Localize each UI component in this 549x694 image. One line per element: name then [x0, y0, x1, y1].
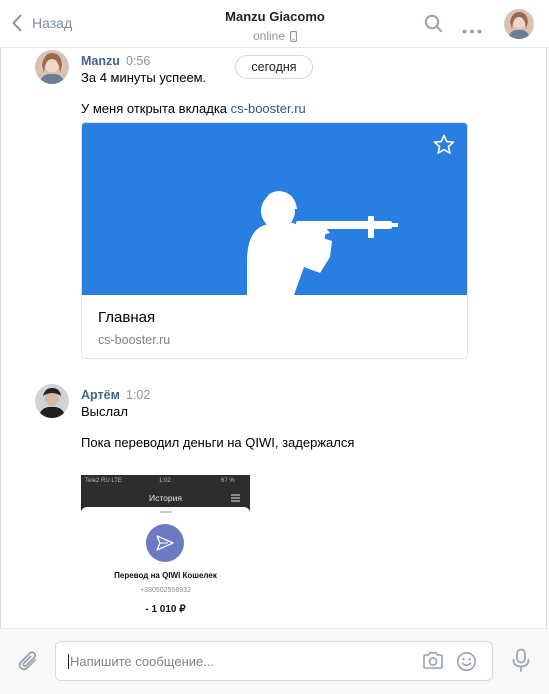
avatar[interactable]: [35, 384, 69, 418]
chat-title-block[interactable]: Manzu Giacomo online: [175, 9, 375, 43]
message-text: Выслал: [81, 404, 128, 419]
transfer-avatar: [146, 524, 184, 562]
transfer-amount: - 1 010 ₽: [145, 604, 186, 615]
avatar-photo: [504, 9, 534, 39]
message-input[interactable]: Напишите сообщение...: [55, 641, 493, 681]
transfer-account: +380502558932: [140, 587, 191, 594]
filter-icon: [231, 494, 240, 502]
message-author[interactable]: Manzu: [81, 54, 120, 68]
search-icon: [424, 14, 443, 33]
message-text: У меня открыта вкладка cs-booster.ru: [81, 101, 306, 116]
message-text: Пока переводил деньги на QIWI, задержалс…: [81, 435, 355, 450]
avatar[interactable]: [35, 50, 69, 84]
chat-header: Назад Manzu Giacomo online: [0, 0, 549, 48]
chevron-left-icon: [12, 14, 22, 32]
photo-attachment[interactable]: Tele2 RU LTE 1:02 67 % История Перевод н…: [81, 475, 250, 627]
link-snippet-card[interactable]: Главная cs-booster.ru: [81, 122, 468, 359]
header-avatar[interactable]: [504, 9, 534, 39]
mobile-phone-icon: [290, 30, 297, 42]
snippet-domain: cs-booster.ru: [98, 333, 171, 347]
message-time[interactable]: 1:02: [126, 388, 150, 402]
message-text: За 4 минуты успеем.: [81, 70, 207, 85]
transfer-title: Перевод на QIWI Кошелек: [114, 571, 217, 580]
attach-button[interactable]: [17, 649, 39, 678]
paper-plane-icon: [156, 535, 174, 551]
paperclip-icon: [18, 651, 37, 671]
online-status: online: [175, 29, 375, 43]
chat-title: Manzu Giacomo: [225, 9, 325, 24]
online-status-label: online: [252, 29, 286, 43]
sheet-handle: [160, 511, 172, 513]
message-link[interactable]: cs-booster.ru: [231, 101, 306, 116]
phone-battery: 67 %: [221, 478, 235, 484]
text-caret: [68, 654, 69, 669]
message-author[interactable]: Артём: [81, 388, 120, 402]
favorite-star-button[interactable]: [433, 134, 455, 160]
avatar-photo: [35, 384, 69, 418]
soldier-silhouette-icon: [247, 191, 398, 295]
phone-carrier: Tele2 RU LTE: [85, 478, 122, 484]
snippet-title: Главная: [98, 309, 156, 326]
phone-clock: 1:02: [159, 478, 171, 484]
search-button[interactable]: [424, 14, 443, 38]
back-label: Назад: [32, 15, 73, 31]
message-input-placeholder: Напишите сообщение...: [70, 654, 215, 669]
camera-button[interactable]: [422, 651, 444, 675]
date-divider: сегодня: [235, 55, 313, 79]
message-text-prefix: У меня открыта вкладка: [81, 101, 231, 116]
camera-icon: [423, 652, 443, 669]
history-header: История: [149, 493, 182, 503]
avatar-photo: [35, 50, 69, 84]
voice-message-button[interactable]: [511, 648, 531, 678]
message-time[interactable]: 0:56: [126, 54, 150, 68]
microphone-icon: [512, 648, 530, 672]
back-button[interactable]: Назад: [12, 13, 72, 33]
star-icon: [433, 134, 455, 154]
more-button[interactable]: [462, 21, 482, 39]
snippet-image: [82, 123, 467, 295]
emoji-button[interactable]: [456, 651, 477, 677]
more-dots-icon: [462, 29, 482, 34]
phone-app-bar: Tele2 RU LTE 1:02 67 % История: [81, 475, 250, 511]
smile-icon: [457, 652, 476, 671]
